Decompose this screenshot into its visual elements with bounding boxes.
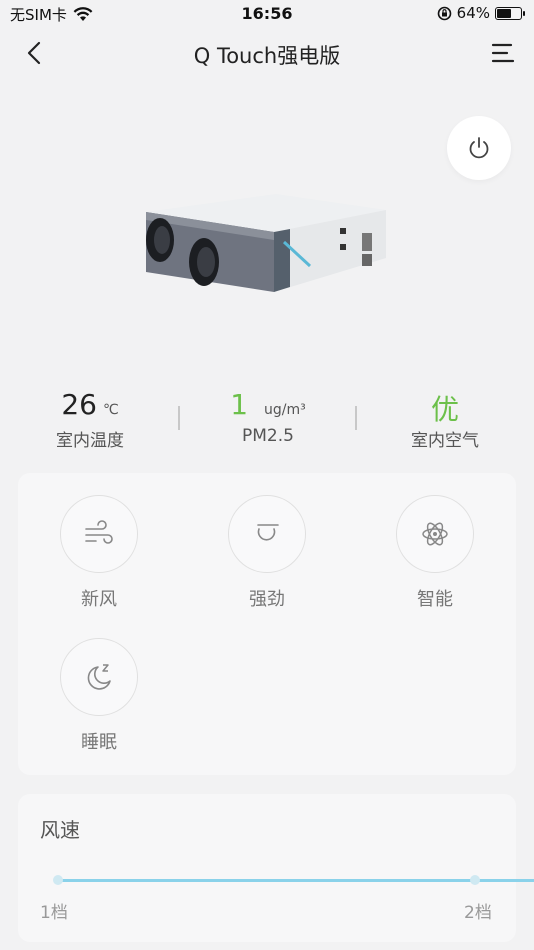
mode-strong-button[interactable]: [228, 495, 306, 573]
air-quality-label: 室内空气: [411, 431, 479, 451]
battery-fill: [497, 8, 512, 18]
fan-speed-slider[interactable]: [54, 879, 534, 882]
battery-percent: 64%: [456, 4, 490, 22]
temperature-label: 室内温度: [56, 431, 124, 451]
pm25-label: PM2.5: [242, 426, 294, 446]
mode-sleep-button[interactable]: [60, 638, 138, 716]
temperature-value: 26: [61, 388, 97, 421]
mode-label: 智能: [417, 589, 453, 610]
power-button[interactable]: [447, 116, 511, 180]
air-quality-value: 优: [430, 393, 459, 426]
menu-button[interactable]: [490, 40, 516, 66]
wind-icon: [85, 520, 113, 544]
status-bar: 无SIM卡 16:56 64%: [0, 0, 534, 28]
stat-pm25: 1 ug/m³ PM2.5: [183, 388, 353, 446]
stats-row: 26 ℃ 室内温度 1 ug/m³ PM2.5 优 室内空气: [0, 388, 534, 451]
device-image: [146, 194, 386, 292]
mode-fresh-air-button[interactable]: [60, 495, 138, 573]
fan-speed-card: 风速 1档 2档: [18, 794, 534, 942]
pm25-value: 1: [230, 388, 249, 421]
battery-icon: [495, 6, 525, 20]
orientation-lock-icon: [437, 6, 451, 20]
fan-speed-max-label: 2档: [464, 903, 492, 923]
stat-temperature: 26 ℃ 室内温度: [5, 388, 175, 451]
modes-card: 新风 强劲 智能 睡眠: [18, 473, 516, 775]
temperature-unit: ℃: [102, 402, 119, 418]
atom-icon: [422, 522, 448, 546]
pm25-unit: ug/m³: [264, 402, 306, 418]
moon-sleep-icon: [87, 664, 111, 690]
power-icon: [469, 137, 489, 159]
nav-bar: Q Touch强电版: [0, 30, 534, 78]
mode-smart[interactable]: 智能: [380, 495, 490, 611]
stat-air-quality: 优 室内空气: [360, 388, 530, 451]
page-title: Q Touch强电版: [193, 44, 341, 68]
stat-divider: [355, 406, 357, 430]
strong-icon: [257, 524, 279, 541]
mode-label: 强劲: [249, 589, 285, 610]
stat-divider: [178, 406, 180, 430]
menu-icon: [491, 43, 515, 63]
mode-smart-button[interactable]: [396, 495, 474, 573]
mode-sleep[interactable]: 睡眠: [44, 638, 154, 754]
status-right: 64%: [437, 4, 525, 22]
mode-fresh-air[interactable]: 新风: [44, 495, 154, 611]
mode-label: 睡眠: [81, 732, 117, 753]
mode-label: 新风: [81, 589, 117, 610]
slider-stop-1[interactable]: [53, 875, 63, 885]
fan-speed-title: 风速: [40, 818, 80, 842]
slider-stop-2[interactable]: [470, 875, 480, 885]
mode-strong[interactable]: 强劲: [212, 495, 322, 611]
fan-speed-min-label: 1档: [40, 903, 68, 923]
